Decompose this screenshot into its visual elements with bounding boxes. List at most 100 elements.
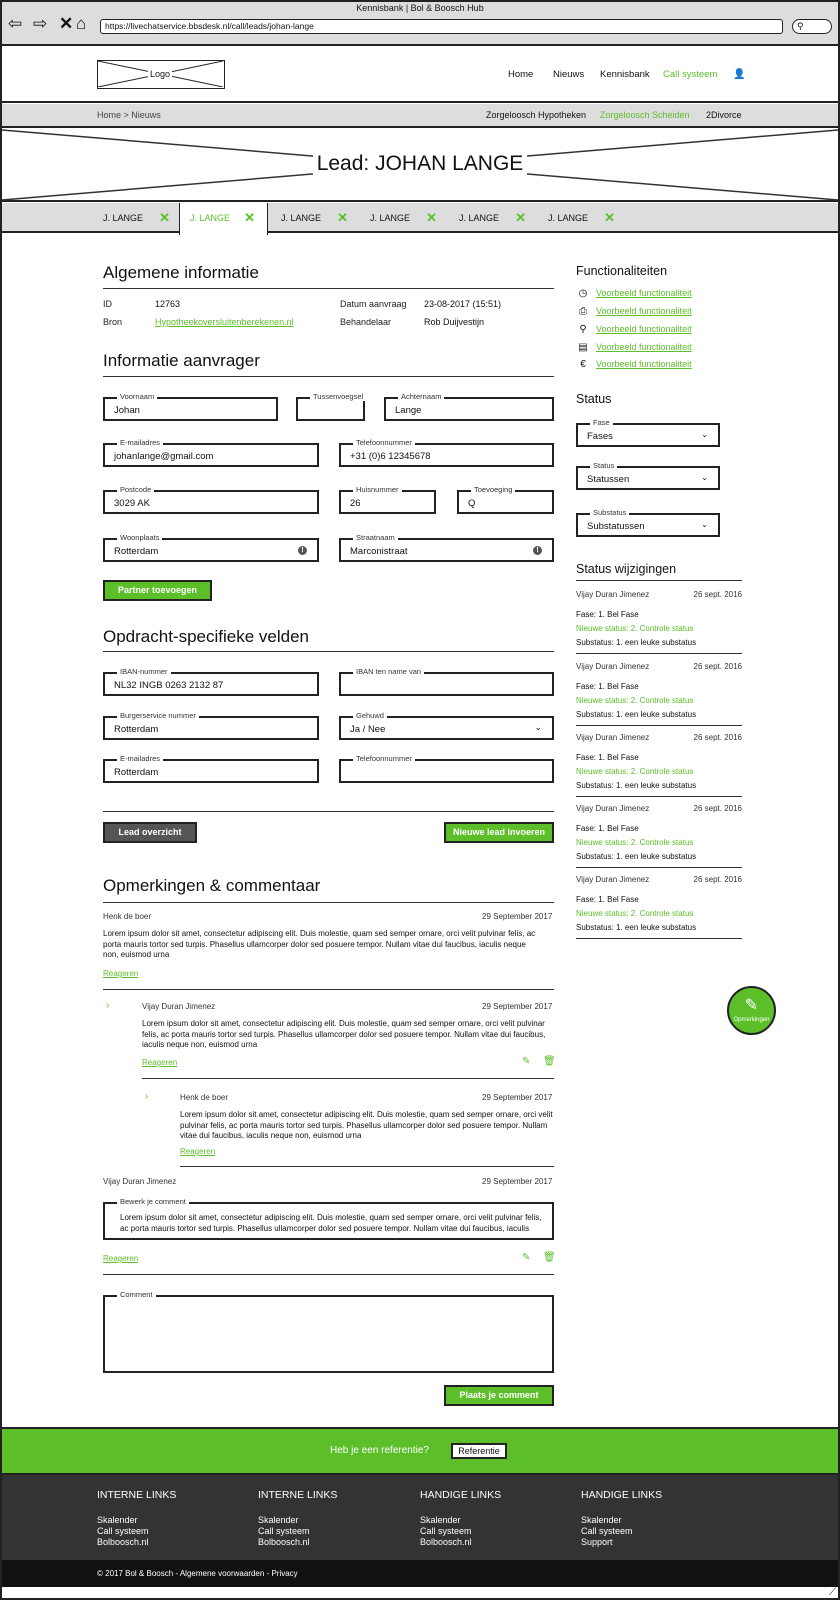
address-bar[interactable]: https://livechatservice.bbsdesk.nl/call/… [100, 19, 783, 34]
functionaliteit-link-1[interactable]: Voorbeeld functionaliteit [596, 288, 692, 298]
achternaam-field[interactable]: Achternaam Lange [384, 392, 554, 421]
subnav-2divorce[interactable]: 2Divorce [706, 110, 742, 120]
change-substatus: Substatus: 1. een leuke substatus [576, 710, 697, 719]
iban-naam-field[interactable]: IBAN ten name van [339, 667, 554, 696]
voornaam-field[interactable]: Voornaam Johan [103, 392, 278, 421]
field-label: Woonplaats [117, 533, 163, 542]
field-label: Achternaam [398, 392, 445, 401]
subnav-scheiden[interactable]: Zorgeloosch Scheiden [600, 110, 690, 120]
edit-comment-field[interactable]: Bewerk je comment Lorem ipsum dolor sit … [103, 1197, 554, 1240]
footer-heading: HANDIGE LINKS [420, 1489, 502, 1501]
footer-link[interactable]: Skalender [97, 1515, 176, 1526]
footer-link[interactable]: Call systeem [258, 1526, 337, 1537]
footer-link[interactable]: Skalender [258, 1515, 337, 1526]
tab-lead-6[interactable]: J. LANGE ✕ [538, 203, 627, 233]
change-status: Nieuwe status: 2. Controle status [576, 624, 694, 633]
home-icon[interactable]: ⌂ [76, 15, 86, 32]
iban-field[interactable]: IBAN-nummer NL32 INGB 0263 2132 87 [103, 667, 319, 696]
back-arrow-icon[interactable]: ⇦ [8, 15, 22, 32]
footer-link[interactable]: Bolboosch.nl [258, 1537, 337, 1548]
footer-link[interactable]: Bolboosch.nl [420, 1537, 501, 1548]
functionaliteit-link-4[interactable]: Voorbeeld functionaliteit [596, 342, 692, 352]
reply-link[interactable]: Reageren [103, 1254, 138, 1263]
gehuwd-select[interactable]: Gehuwd Ja / Nee ⌄ [339, 711, 554, 740]
close-tab-icon[interactable]: ✕ [426, 210, 437, 226]
tab-lead-3[interactable]: J. LANGE ✕ [271, 203, 360, 233]
subnav-hypotheken[interactable]: Zorgeloosch Hypotheken [486, 110, 586, 120]
edit-icon[interactable]: ✎ [522, 1056, 530, 1067]
trash-icon[interactable]: 🗑 [543, 1056, 556, 1067]
forward-arrow-icon[interactable]: ⇨ [33, 15, 47, 32]
breadcrumb[interactable]: Home > Nieuws [97, 110, 161, 120]
footer-link[interactable]: Skalender [581, 1515, 662, 1526]
nav-kennisbank[interactable]: Kennisbank [600, 69, 650, 80]
field-label: Toevoeging [471, 485, 516, 494]
toevoeging-field[interactable]: Toevoeging Q [457, 485, 554, 514]
opdracht-email-field[interactable]: E-mailadres Rotterdam [103, 754, 319, 783]
change-date: 26 sept. 2016 [693, 590, 742, 599]
footer-link[interactable]: Support [581, 1537, 662, 1548]
functionaliteit-link-3[interactable]: Voorbeeld functionaliteit [596, 324, 692, 334]
resize-handle-icon[interactable]: ⟋ [829, 1587, 836, 1598]
nieuwe-lead-button[interactable]: Nieuwe lead invoeren [444, 822, 554, 843]
book-icon: ▤ [578, 342, 588, 353]
edit-icon[interactable]: ✎ [522, 1252, 530, 1263]
search-icon: ⚲ [579, 324, 587, 335]
close-tab-icon[interactable]: ✕ [244, 210, 255, 226]
divider [576, 580, 742, 581]
trash-icon[interactable]: 🗑 [543, 1252, 556, 1263]
field-label: Gehuwd [353, 711, 387, 720]
tab-lead-2[interactable]: J. LANGE ✕ [179, 203, 268, 235]
lead-overzicht-button[interactable]: Lead overzicht [103, 822, 197, 843]
divider [103, 811, 554, 812]
close-tab-icon[interactable]: ✕ [604, 210, 615, 226]
footer-link[interactable]: Call systeem [420, 1526, 501, 1537]
email-field[interactable]: E-mailadres johanlange@gmail.com [103, 438, 319, 467]
reply-link[interactable]: Reageren [103, 969, 138, 978]
new-comment-field[interactable]: Comment [103, 1290, 554, 1373]
opmerkingen-fab[interactable]: ✎ Opmerkingen [727, 986, 776, 1035]
logo[interactable]: Logo [97, 60, 225, 89]
footer-link[interactable]: Skalender [420, 1515, 501, 1526]
reply-link[interactable]: Reageren [142, 1058, 177, 1067]
tussenvoegsel-field[interactable]: Tussenvoegsel [296, 392, 367, 421]
nav-nieuws[interactable]: Nieuws [553, 69, 584, 80]
footer-link[interactable]: Call systeem [581, 1526, 662, 1537]
woonplaats-field[interactable]: Woonplaats Rotterdam! [103, 533, 319, 562]
footer-link[interactable]: Bolboosch.nl [97, 1537, 176, 1548]
plaats-comment-button[interactable]: Plaats je comment [444, 1385, 554, 1406]
nav-call-systeem[interactable]: Call systeem [663, 69, 717, 80]
straatnaam-field[interactable]: Straatnaam Marconistraat! [339, 533, 554, 562]
huisnummer-field[interactable]: Huisnummer 26 [339, 485, 436, 514]
telefoon-field[interactable]: Telefoonnummer +31 (0)6 12345678 [339, 438, 554, 467]
print-icon: ⎙ [579, 306, 587, 317]
reply-link[interactable]: Reageren [180, 1147, 215, 1156]
browser-search-box[interactable]: ⚲ [792, 19, 832, 34]
postcode-field[interactable]: Postcode 3029 AK [103, 485, 319, 514]
change-substatus: Substatus: 1. een leuke substatus [576, 923, 697, 932]
change-date: 26 sept. 2016 [693, 733, 742, 742]
bsn-field[interactable]: Burgerservice nummer Rotterdam [103, 711, 319, 740]
close-tab-icon[interactable]: ✕ [337, 210, 348, 226]
close-tab-icon[interactable]: ✕ [515, 210, 526, 226]
nav-home[interactable]: Home [508, 69, 533, 80]
fase-select[interactable]: Fase Fases ⌄ [576, 418, 720, 447]
functionaliteit-link-2[interactable]: Voorbeeld functionaliteit [596, 306, 692, 316]
close-icon[interactable]: ✕ [59, 15, 73, 32]
functionaliteit-link-5[interactable]: Voorbeeld functionaliteit [596, 359, 692, 369]
tab-lead-4[interactable]: J. LANGE ✕ [360, 203, 449, 233]
close-tab-icon[interactable]: ✕ [159, 210, 170, 226]
footer-link[interactable]: Call systeem [97, 1526, 176, 1537]
tab-lead-1[interactable]: J. LANGE ✕ [93, 203, 182, 233]
status-select[interactable]: Status Statussen ⌄ [576, 461, 720, 490]
user-icon[interactable]: 👤 [733, 69, 745, 80]
opdracht-telefoon-field[interactable]: Telefoonnummer [339, 754, 554, 783]
tab-lead-5[interactable]: J. LANGE ✕ [449, 203, 538, 233]
copyright-text[interactable]: © 2017 Bol & Boosch - Algemene voorwaard… [97, 1569, 298, 1578]
referentie-button[interactable]: Referentie [451, 1443, 507, 1459]
field-label: Telefoonnummer [353, 754, 415, 763]
partner-toevoegen-button[interactable]: Partner toevoegen [103, 580, 212, 601]
substatus-select[interactable]: Substatus Substatussen ⌄ [576, 508, 720, 537]
datum-label: Datum aanvraag [340, 299, 407, 309]
bron-link[interactable]: Hypotheekoversluitenberekenen.nl [155, 317, 294, 327]
